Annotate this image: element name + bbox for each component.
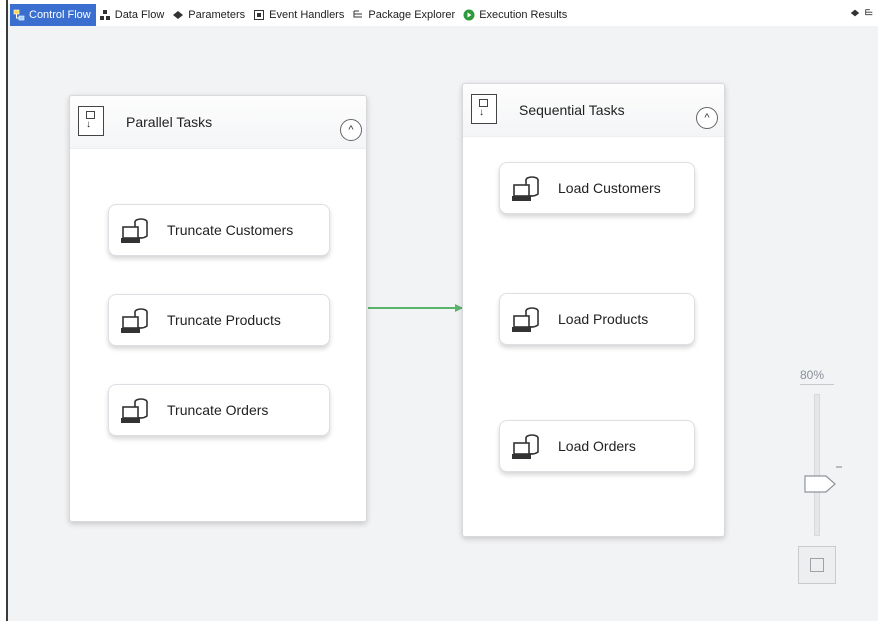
tab-label: Parameters xyxy=(188,9,246,21)
tab-control-flow[interactable]: Control Flow xyxy=(10,4,96,26)
execute-sql-task-icon xyxy=(121,218,148,243)
control-flow-icon xyxy=(13,9,25,21)
tab-label: Package Explorer xyxy=(368,9,456,21)
tab-label: Event Handlers xyxy=(269,9,345,21)
zoom-divider xyxy=(800,384,834,385)
zoom-slider-track[interactable] xyxy=(814,394,820,536)
tab-data-flow[interactable]: Data Flow xyxy=(96,4,170,26)
execute-sql-task-icon xyxy=(512,176,539,201)
container-title: Parallel Tasks xyxy=(126,114,213,130)
execution-results-icon xyxy=(463,9,475,21)
execute-sql-task-icon xyxy=(121,308,148,333)
chevron-up-icon: ^ xyxy=(704,112,710,124)
control-flow-canvas[interactable]: ↓ Parallel Tasks ^ Truncate Customers Tr… xyxy=(10,26,878,621)
task-label: Truncate Orders xyxy=(167,402,269,418)
collapse-button[interactable]: ^ xyxy=(340,119,362,141)
tab-execution-results[interactable]: Execution Results xyxy=(460,4,572,26)
task-truncate-customers[interactable]: Truncate Customers xyxy=(108,204,330,256)
tab-parameters[interactable]: Parameters xyxy=(169,4,250,26)
task-label: Load Products xyxy=(558,311,649,327)
execute-sql-task-icon xyxy=(121,398,148,423)
container-header: ↓ Parallel Tasks ^ xyxy=(70,96,366,149)
task-label: Load Orders xyxy=(558,438,636,454)
task-label: Load Customers xyxy=(558,180,661,196)
zoom-level-label: 80% xyxy=(800,368,825,382)
collapse-button[interactable]: ^ xyxy=(696,107,718,129)
container-parallel-tasks[interactable]: ↓ Parallel Tasks ^ Truncate Customers Tr… xyxy=(69,95,367,522)
chevron-up-icon: ^ xyxy=(348,124,354,136)
container-title: Sequential Tasks xyxy=(519,102,625,118)
zoom-to-fit-button[interactable] xyxy=(798,546,836,584)
task-load-products[interactable]: Load Products xyxy=(499,293,695,345)
task-truncate-products[interactable]: Truncate Products xyxy=(108,294,330,346)
parameters-icon[interactable] xyxy=(850,8,860,21)
package-explorer-icon[interactable] xyxy=(864,8,874,21)
tab-label: Data Flow xyxy=(114,9,165,21)
execute-sql-task-icon xyxy=(512,307,539,332)
task-truncate-orders[interactable]: Truncate Orders xyxy=(108,384,330,436)
task-load-customers[interactable]: Load Customers xyxy=(499,162,695,214)
container-sequential-tasks[interactable]: ↓ Sequential Tasks ^ Load Customers Load… xyxy=(462,83,725,537)
execute-sql-task-icon xyxy=(512,434,539,459)
tab-event-handlers[interactable]: Event Handlers xyxy=(250,4,349,26)
parameters-icon xyxy=(172,9,184,21)
tab-package-explorer[interactable]: Package Explorer xyxy=(349,4,460,26)
container-header: ↓ Sequential Tasks ^ xyxy=(463,84,724,137)
fit-to-window-icon xyxy=(810,558,824,572)
window-left-edge xyxy=(0,0,8,621)
sequence-container-icon: ↓ xyxy=(78,106,104,136)
data-flow-icon xyxy=(99,9,111,21)
task-label: Truncate Customers xyxy=(167,222,294,238)
zoom-default-tick xyxy=(836,466,842,468)
package-explorer-icon xyxy=(352,9,364,21)
sequence-container-icon: ↓ xyxy=(471,94,497,124)
designer-tab-bar: Control Flow Data Flow Parameters Event … xyxy=(10,4,878,26)
event-handlers-icon xyxy=(253,9,265,21)
task-label: Truncate Products xyxy=(167,312,281,328)
zoom-slider-thumb[interactable] xyxy=(804,474,836,494)
tab-bar-right-icons xyxy=(850,8,874,21)
tab-label: Execution Results xyxy=(479,9,568,21)
tab-label: Control Flow xyxy=(29,9,91,21)
task-load-orders[interactable]: Load Orders xyxy=(499,420,695,472)
